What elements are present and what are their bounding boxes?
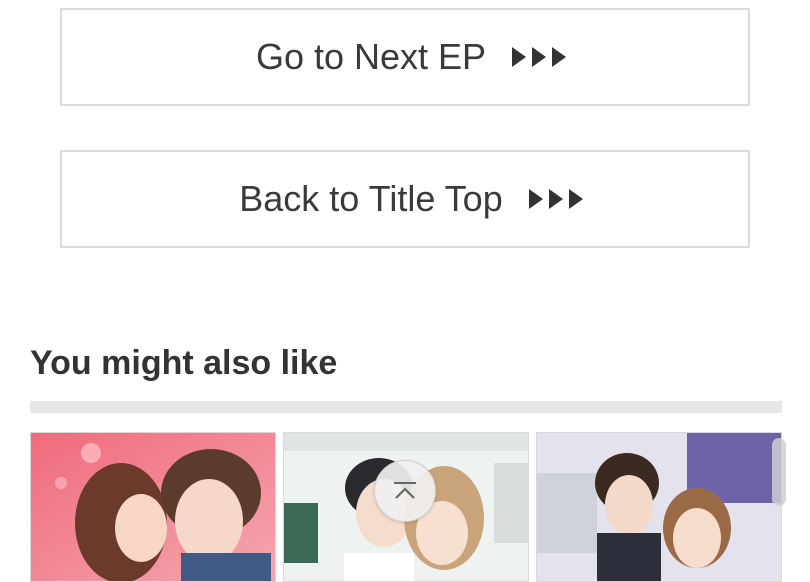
- manga-cover-thumbnail: [31, 433, 275, 581]
- next-episode-button[interactable]: Go to Next EP: [60, 8, 750, 106]
- section-divider: [30, 401, 782, 413]
- next-episode-label: Go to Next EP: [255, 36, 487, 77]
- triple-arrow-icon: [528, 189, 589, 209]
- section-title: You might also like: [30, 344, 338, 382]
- scrollbar-thumb[interactable]: [772, 438, 786, 506]
- back-to-title-button[interactable]: Back to Title Top: [60, 150, 750, 248]
- recommendation-item[interactable]: [30, 432, 276, 582]
- chevron-up-icon: [394, 482, 416, 499]
- recommendation-item[interactable]: [536, 432, 782, 582]
- triple-arrow-icon: [512, 47, 572, 67]
- scroll-to-top-button[interactable]: [374, 460, 436, 522]
- back-to-title-label: Back to Title Top: [239, 178, 503, 219]
- manga-cover-thumbnail: [537, 433, 781, 581]
